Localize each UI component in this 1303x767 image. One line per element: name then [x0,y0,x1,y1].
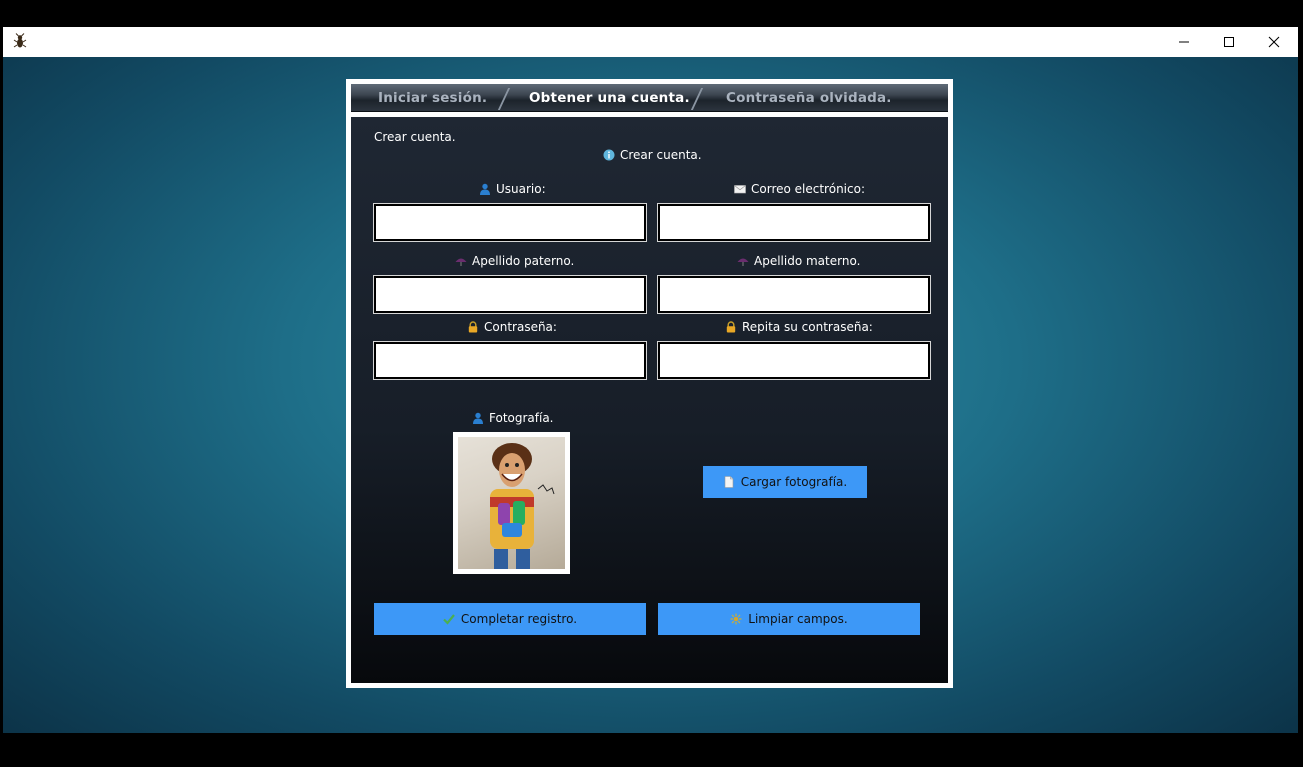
umbrella-icon [737,258,749,266]
close-button[interactable] [1251,27,1297,57]
fotografia-label-text: Fotografía. [489,411,554,425]
envelope-icon [734,185,746,194]
maximize-button[interactable] [1206,27,1252,57]
apellido-paterno-field[interactable] [373,275,647,314]
lock-icon [726,321,736,333]
info-title: Crear cuenta. [620,148,702,162]
form-area: Crear cuenta. Crear cuenta. Usuario: Cor… [351,117,948,683]
bug-icon [13,33,27,48]
toy-figure-image [490,443,555,569]
apellido-paterno-label-text: Apellido paterno. [472,254,575,268]
minimize-icon [1179,41,1189,43]
contrasena-label: Contraseña: [467,320,557,334]
window-titlebar [3,27,1298,57]
clear-fields-label: Limpiar campos. [748,612,848,626]
repita-contrasena-label: Repita su contraseña: [725,320,873,334]
usuario-field[interactable] [373,203,647,242]
tab-separator [497,88,511,110]
sparkle-icon [730,613,742,625]
umbrella-icon [455,258,467,266]
checkmark-icon [443,614,455,625]
tab-separator [690,88,704,110]
close-icon [1268,36,1280,48]
repita-contrasena-field[interactable] [657,341,931,380]
maximize-icon [1224,37,1234,47]
apellido-materno-label: Apellido materno. [737,254,860,268]
clear-fields-button[interactable]: Limpiar campos. [658,603,920,635]
upload-photo-button[interactable]: Cargar fotografía. [703,466,867,498]
correo-field[interactable] [657,203,931,242]
tab-iniciar-sesion[interactable]: Iniciar sesión. [378,84,487,112]
lock-icon [468,321,478,333]
photo-frame [453,432,570,574]
tab-obtener-cuenta[interactable]: Obtener una cuenta. [529,84,690,112]
repita-contrasena-label-text: Repita su contraseña: [742,320,873,334]
contrasena-field[interactable] [373,341,647,380]
correo-label-text: Correo electrónico: [751,182,865,196]
tab-bar: Iniciar sesión. Obtener una cuenta. Cont… [351,84,948,112]
complete-registration-label: Completar registro. [460,612,578,626]
fotografia-label: Fotografía. [472,411,554,425]
minimize-button[interactable] [1161,27,1207,57]
section-title: Crear cuenta. [374,130,456,144]
document-icon [724,476,734,488]
user-icon [473,412,483,424]
tab-contrasena-olvidada[interactable]: Contraseña olvidada. [726,84,892,112]
usuario-label: Usuario: [479,182,546,196]
apellido-materno-field[interactable] [657,275,931,314]
upload-photo-label: Cargar fotografía. [740,475,848,489]
user-icon [480,183,490,195]
contrasena-label-text: Contraseña: [484,320,557,334]
register-panel: Iniciar sesión. Obtener una cuenta. Cont… [346,79,953,688]
info-icon [603,149,615,161]
apellido-paterno-label: Apellido paterno. [455,254,574,268]
correo-label: Correo electrónico: [734,182,865,196]
profile-photo [458,437,565,569]
info-header: Crear cuenta. [603,148,702,162]
apellido-materno-label-text: Apellido materno. [754,254,861,268]
complete-registration-button[interactable]: Completar registro. [374,603,646,635]
usuario-label-text: Usuario: [496,182,546,196]
